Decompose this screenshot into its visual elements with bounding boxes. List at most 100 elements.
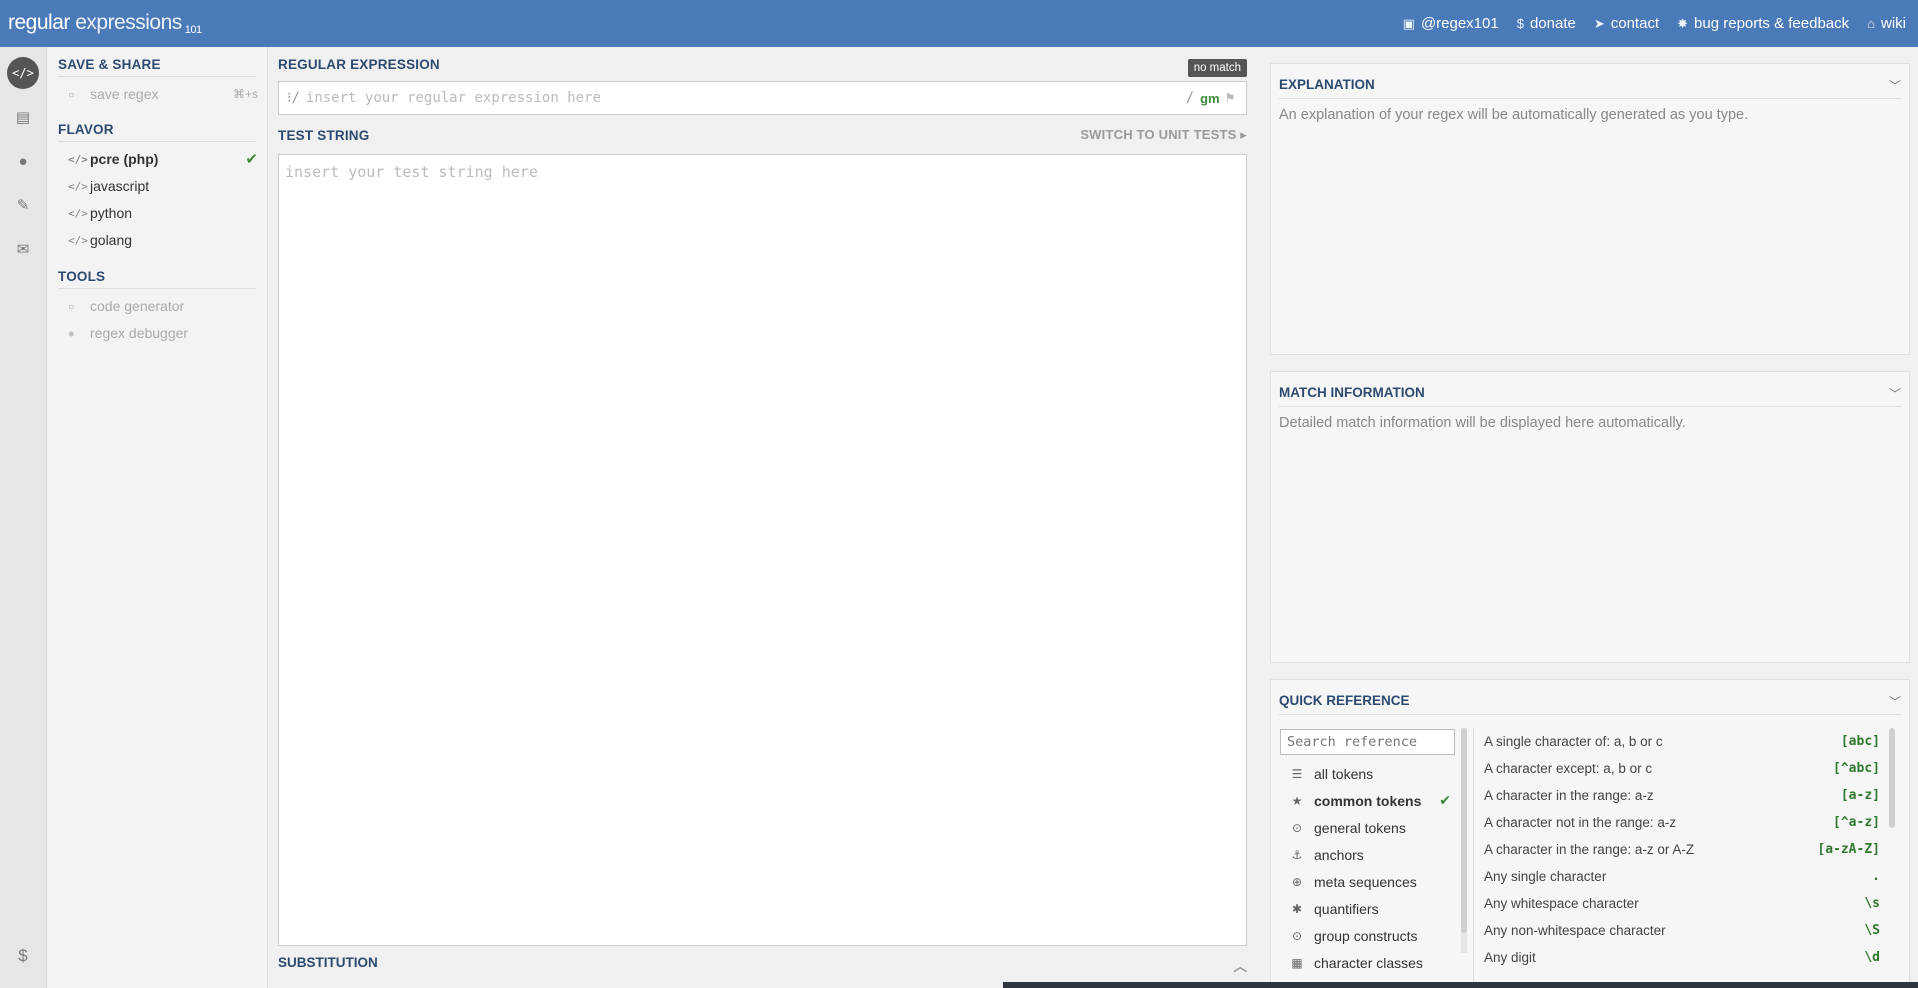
rail-library-button[interactable]: ▤: [7, 101, 39, 133]
regex-placeholder: insert your regular expression here: [305, 90, 601, 106]
reference-desc: Any digit: [1484, 950, 1536, 965]
star-icon: ★: [1291, 793, 1303, 808]
flavor-javascript[interactable]: </> javascript: [68, 175, 258, 197]
header-links: ▣ @regex101 $ donate ➤ contact ✸ bug reports…: [1403, 0, 1906, 47]
quick-reference-header[interactable]: QUICK REFERENCE ﹀: [1279, 693, 1901, 715]
category-general-tokens[interactable]: ⊙ general tokens: [1280, 814, 1455, 841]
bug-icon: ✸: [1677, 15, 1689, 31]
bug-reports-link[interactable]: ✸ bug reports & feedback: [1677, 15, 1849, 32]
save-share-title: SAVE & SHARE: [58, 57, 256, 77]
save-icon: ▫: [68, 87, 75, 101]
anchor-icon: ⚓: [1291, 847, 1303, 862]
contact-label: contact: [1610, 15, 1660, 32]
reference-token: \d: [1864, 950, 1880, 965]
reference-row[interactable]: A character except: a, b or c [^abc]: [1484, 755, 1880, 782]
flavor-label: pcre (php): [90, 151, 159, 167]
category-label: character classes: [1314, 954, 1423, 971]
reference-row[interactable]: A character not in the range: a-z [^a-z]: [1484, 809, 1880, 836]
regex-debugger-button[interactable]: ✸ regex debugger: [68, 322, 258, 344]
category-quantifiers[interactable]: ✱ quantifiers: [1280, 895, 1455, 922]
category-character-classes[interactable]: ▦ character classes: [1280, 949, 1455, 976]
scrollbar-thumb[interactable]: [1461, 728, 1467, 933]
categories-scrollbar[interactable]: [1461, 728, 1467, 953]
flag-icon: ⚑: [1225, 90, 1234, 106]
logo-sup: 101: [184, 24, 202, 36]
explanation-header[interactable]: EXPLANATION ﹀: [1279, 77, 1901, 99]
flavor-label: golang: [90, 232, 133, 248]
code-icon: </>: [68, 206, 88, 220]
check-icon: ✔: [245, 151, 258, 168]
flavor-golang[interactable]: </> golang: [68, 229, 258, 251]
editor-area: REGULAR EXPRESSION no match ⁝/ insert yo…: [270, 47, 1255, 988]
quick-reference-title: QUICK REFERENCE: [1279, 693, 1410, 708]
dollar-icon: $: [1516, 16, 1524, 31]
regex-flags[interactable]: / gm ⚑: [1186, 90, 1234, 106]
regex-open-delimiter[interactable]: ⁝/: [287, 90, 300, 106]
bug-reports-label: bug reports & feedback: [1694, 15, 1850, 32]
reference-row[interactable]: A character in the range: a-z or A-Z [a-z…: [1484, 836, 1880, 863]
category-common-tokens[interactable]: ★ common tokens ✔: [1280, 787, 1455, 814]
flavor-python[interactable]: </> python: [68, 202, 258, 224]
donate-link[interactable]: $ donate: [1517, 15, 1576, 32]
flags-label: gm: [1200, 90, 1220, 106]
reference-token: .: [1872, 869, 1880, 884]
reference-row[interactable]: A single character of: a, b or c [abc]: [1484, 728, 1880, 755]
chevron-down-icon: ﹀: [1888, 695, 1901, 709]
rail-account-button[interactable]: ●: [7, 145, 39, 177]
reference-row[interactable]: Any digit \d: [1484, 944, 1880, 971]
reference-row[interactable]: Any whitespace character \s: [1484, 890, 1880, 917]
regex-input[interactable]: ⁝/ insert your regular expression here /…: [278, 81, 1247, 115]
donate-label: donate: [1529, 15, 1576, 32]
category-meta-sequences[interactable]: ⊕ meta sequences: [1280, 868, 1455, 895]
flavor-pcre[interactable]: </> pcre (php) ✔: [68, 148, 258, 170]
test-string-placeholder: insert your test string here: [285, 163, 538, 181]
match-info-header[interactable]: MATCH INFORMATION ﹀: [1279, 385, 1901, 407]
category-group-constructs[interactable]: ⊙ group constructs: [1280, 922, 1455, 949]
reference-row[interactable]: Any single character.: [1484, 863, 1880, 890]
code-icon: </>: [68, 152, 88, 166]
wrench-icon: ✎: [16, 197, 30, 214]
substitution-header[interactable]: SUBSTITUTION ︿: [278, 955, 1247, 975]
wiki-link[interactable]: ⌂ wiki: [1867, 15, 1906, 32]
category-label: common tokens: [1314, 792, 1422, 809]
test-string-input[interactable]: insert your test string here: [278, 154, 1247, 946]
reference-desc: A character in the range: a-z: [1484, 788, 1654, 803]
reference-row[interactable]: A character in the range: a-z [a-z]: [1484, 782, 1880, 809]
category-all-tokens[interactable]: ☰ all tokens: [1280, 760, 1455, 787]
reference-search-input[interactable]: [1280, 729, 1455, 755]
match-info-title: MATCH INFORMATION: [1279, 385, 1425, 400]
match-status-badge: no match: [1187, 59, 1247, 77]
top-bar: regular expressions 101 ▣ @regex101 $ donat…: [0, 0, 1918, 47]
tools-title: TOOLS: [58, 269, 256, 289]
circle-dot-icon: ⊙: [1291, 928, 1303, 943]
rail-chat-button[interactable]: ✉: [7, 233, 39, 265]
save-shortcut: ⌘+s: [232, 87, 258, 101]
reference-desc: A character except: a, b or c: [1484, 761, 1653, 776]
chevron-down-icon: ﹀: [1888, 387, 1901, 401]
reference-desc: A single character of: a, b or c: [1484, 734, 1663, 749]
reference-token: [^abc]: [1833, 761, 1880, 776]
wiki-label: wiki: [1881, 15, 1906, 32]
rail-settings-button[interactable]: ✎: [7, 189, 39, 221]
rail-code-button[interactable]: </>: [7, 57, 39, 89]
icon-rail: </> ▤ ● ✎ ✉: [0, 47, 47, 988]
category-anchors[interactable]: ⚓ anchors: [1280, 841, 1455, 868]
reference-scrollbar[interactable]: [1889, 728, 1895, 828]
sponsor-button[interactable]: $: [7, 940, 39, 972]
twitter-link[interactable]: ▣ @regex101: [1403, 15, 1499, 32]
reference-row[interactable]: Any non-whitespace character \S: [1484, 917, 1880, 944]
code-generator-button[interactable]: ▫ code generator: [68, 295, 258, 317]
reference-token: \S: [1864, 923, 1880, 938]
explanation-panel: EXPLANATION ﹀ An explanation of your reg…: [1270, 63, 1910, 355]
contact-link[interactable]: ➤ contact: [1594, 15, 1659, 32]
tool-label: regex debugger: [90, 325, 189, 341]
category-label: quantifiers: [1314, 900, 1379, 917]
save-regex-button[interactable]: ▫ save regex ⌘+s: [68, 83, 258, 105]
substitution-title: SUBSTITUTION: [278, 955, 378, 970]
logo[interactable]: regular expressions 101: [8, 11, 202, 36]
bug-icon: ✸: [68, 326, 75, 340]
quick-reference-panel: QUICK REFERENCE ﹀ ☰ all tokens ★ common to…: [1270, 679, 1910, 988]
bank-icon: ⌂: [1867, 16, 1875, 31]
switch-unit-tests-button[interactable]: SWITCH TO UNIT TESTS ▸: [1080, 127, 1247, 143]
reference-desc: A character not in the range: a-z: [1484, 815, 1677, 830]
